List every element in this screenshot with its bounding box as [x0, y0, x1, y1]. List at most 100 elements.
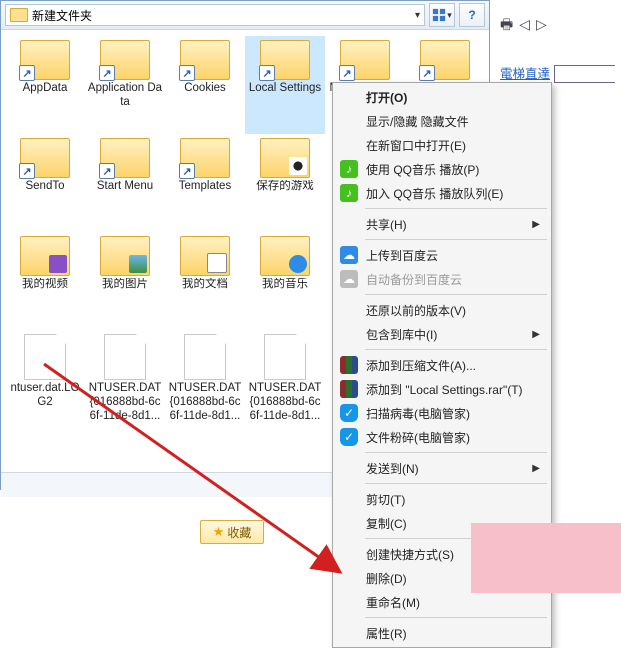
shortcut-badge-icon: ↗	[19, 163, 35, 179]
file-item[interactable]: 我的文档	[165, 232, 245, 330]
file-label: Application Data	[87, 82, 163, 110]
elevator-label[interactable]: 電梯直達	[500, 67, 550, 81]
cm-qq-enqueue[interactable]: ♪加入 QQ音乐 播放队列(E)	[335, 181, 549, 205]
shortcut-badge-icon: ↗	[179, 163, 195, 179]
cm-include-library[interactable]: 包含到库中(I)▶	[335, 322, 549, 346]
file-item[interactable]: 我的视频	[5, 232, 85, 330]
cm-backup-baidu: ☁自动备份到百度云	[335, 267, 549, 291]
cm-scan-virus[interactable]: ✓扫描病毒(电脑管家)	[335, 401, 549, 425]
file-label: SendTo	[7, 180, 83, 194]
pink-overlay	[471, 523, 621, 593]
baidu-cloud-icon: ☁	[340, 246, 358, 264]
file-label: Cookies	[167, 82, 243, 96]
cm-send-to[interactable]: 发送到(N)▶	[335, 456, 549, 480]
cm-open-new-window[interactable]: 在新窗口中打开(E)	[335, 133, 549, 157]
shortcut-badge-icon: ↗	[339, 65, 355, 81]
overlay-icon	[49, 255, 67, 273]
file-item[interactable]: 我的音乐	[245, 232, 325, 330]
submenu-arrow-icon: ▶	[532, 219, 540, 230]
file-item[interactable]: ↗ Cookies	[165, 36, 245, 134]
file-item[interactable]: ↗Templates	[165, 134, 245, 232]
cm-show-hide[interactable]: 显示/隐藏 隐藏文件	[335, 109, 549, 133]
submenu-arrow-icon: ▶	[532, 463, 540, 474]
floor-input[interactable]	[554, 65, 616, 83]
breadcrumb[interactable]: 新建文件夹 ▾	[5, 4, 425, 26]
file-label: AppData	[7, 82, 83, 96]
qqmusic-icon: ♪	[340, 184, 358, 202]
file-item[interactable]: NTUSER.DAT{016888bd-6c6f-11de-8d1...	[245, 330, 325, 428]
help-button[interactable]: ?	[459, 3, 485, 27]
cm-add-archive[interactable]: 添加到压缩文件(A)...	[335, 353, 549, 377]
overlay-icon	[129, 255, 147, 273]
file-item[interactable]: ↗Start Menu	[85, 134, 165, 232]
file-label: 我的图片	[87, 278, 163, 292]
view-button[interactable]: ▾	[429, 3, 455, 27]
folder-icon	[260, 236, 310, 276]
breadcrumb-label: 新建文件夹	[32, 7, 92, 24]
folder-icon: ↗	[180, 138, 230, 178]
file-label: 我的音乐	[247, 278, 323, 292]
prev-icon[interactable]: ◁	[519, 8, 530, 42]
file-label: ntuser.dat.LOG2	[7, 382, 83, 410]
file-label: Start Menu	[87, 180, 163, 194]
folder-icon	[100, 236, 150, 276]
overlay-icon	[207, 253, 227, 273]
cm-restore-previous[interactable]: 还原以前的版本(V)	[335, 298, 549, 322]
cm-upload-baidu[interactable]: ☁上传到百度云	[335, 243, 549, 267]
file-label: NTUSER.DAT{016888bd-6c6f-11de-8d1...	[87, 382, 163, 423]
folder-icon	[260, 138, 310, 178]
cm-file-shred[interactable]: ✓文件粉碎(电脑管家)	[335, 425, 549, 449]
file-item[interactable]: NTUSER.DAT{016888bd-6c6f-11de-8d1...	[165, 330, 245, 428]
folder-icon: ↗	[340, 40, 390, 80]
file-label: 保存的游戏	[247, 180, 323, 194]
cm-open[interactable]: 打开(O)	[335, 85, 549, 109]
cm-share[interactable]: 共享(H)▶	[335, 212, 549, 236]
next-icon[interactable]: ▷	[536, 8, 547, 42]
shield-icon: ✓	[340, 404, 358, 422]
winrar-icon	[340, 356, 358, 374]
cm-add-to-rar[interactable]: 添加到 "Local Settings.rar"(T)	[335, 377, 549, 401]
star-icon: ★	[213, 524, 225, 540]
overlay-icon	[289, 157, 307, 175]
favorite-button[interactable]: ★ 收藏	[200, 520, 264, 544]
folder-icon	[10, 8, 28, 22]
shortcut-badge-icon: ↗	[99, 65, 115, 81]
file-item[interactable]: ↗SendTo	[5, 134, 85, 232]
file-item[interactable]: ntuser.dat.LOG2	[5, 330, 85, 428]
folder-icon	[180, 236, 230, 276]
file-item[interactable]: 我的图片	[85, 232, 165, 330]
cm-qq-play[interactable]: ♪使用 QQ音乐 播放(P)	[335, 157, 549, 181]
print-icon[interactable]: 🖶	[500, 8, 513, 42]
favorite-label: 收藏	[227, 524, 251, 541]
chevron-down-icon[interactable]: ▾	[415, 10, 420, 21]
file-item[interactable]: ↗AppData	[5, 36, 85, 134]
file-label: NTUSER.DAT{016888bd-6c6f-11de-8d1...	[167, 382, 243, 423]
folder-icon: ↗	[100, 40, 150, 80]
shortcut-badge-icon: ↗	[99, 163, 115, 179]
file-icon	[184, 334, 226, 380]
cm-cut[interactable]: 剪切(T)	[335, 487, 549, 511]
winrar-icon	[340, 380, 358, 398]
file-label: Local Settings	[247, 82, 323, 96]
titlebar: 新建文件夹 ▾ ▾ ?	[1, 1, 489, 30]
file-item[interactable]: NTUSER.DAT{016888bd-6c6f-11de-8d1...	[85, 330, 165, 428]
file-label: 我的视频	[7, 278, 83, 292]
shortcut-badge-icon: ↗	[259, 65, 275, 81]
file-label: NTUSER.DAT{016888bd-6c6f-11de-8d1...	[247, 382, 323, 423]
file-item[interactable]: 保存的游戏	[245, 134, 325, 232]
folder-icon: ↗	[20, 40, 70, 80]
cm-rename[interactable]: 重命名(M)	[335, 590, 549, 614]
qqmusic-icon: ♪	[340, 160, 358, 178]
folder-icon	[20, 236, 70, 276]
submenu-arrow-icon: ▶	[532, 329, 540, 340]
folder-icon: ↗	[180, 40, 230, 80]
file-icon	[264, 334, 306, 380]
file-item[interactable]: ↗Local Settings	[245, 36, 325, 134]
shortcut-badge-icon: ↗	[19, 65, 35, 81]
file-icon	[24, 334, 66, 380]
cm-properties[interactable]: 属性(R)	[335, 621, 549, 645]
file-item[interactable]: ↗Application Data	[85, 36, 165, 134]
baidu-cloud-icon: ☁	[340, 270, 358, 288]
folder-icon: ↗	[20, 138, 70, 178]
folder-icon: ↗	[100, 138, 150, 178]
